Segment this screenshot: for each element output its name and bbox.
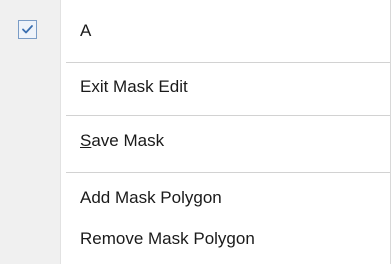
menu-item-label: Remove Mask Polygon [80, 229, 255, 248]
menu-item-label-rest: ave Mask [91, 131, 165, 150]
menu-item-a[interactable]: A [0, 10, 391, 52]
checkbox-icon [18, 20, 37, 39]
menu-item-label: A [80, 21, 92, 40]
check-icon [22, 25, 33, 34]
mnemonic-char: S [80, 131, 92, 150]
menu-item-label: Add Mask Polygon [80, 188, 222, 207]
menu-item-exit-mask-edit[interactable]: Exit Mask Edit [0, 66, 391, 108]
menu-item-label: Save Mask [80, 130, 164, 152]
menu-item-remove-mask-polygon[interactable]: Remove Mask Polygon [0, 218, 391, 260]
menu-item-label: Exit Mask Edit [80, 77, 188, 96]
menu-item-save-mask[interactable]: Save Mask [0, 120, 391, 162]
menu-separator [66, 62, 390, 63]
menu-item-add-mask-polygon[interactable]: Add Mask Polygon [0, 177, 391, 219]
context-menu: A Exit Mask Edit Save Mask Add Mask Poly… [0, 0, 391, 264]
menu-separator [66, 115, 390, 116]
menu-separator [66, 172, 390, 173]
